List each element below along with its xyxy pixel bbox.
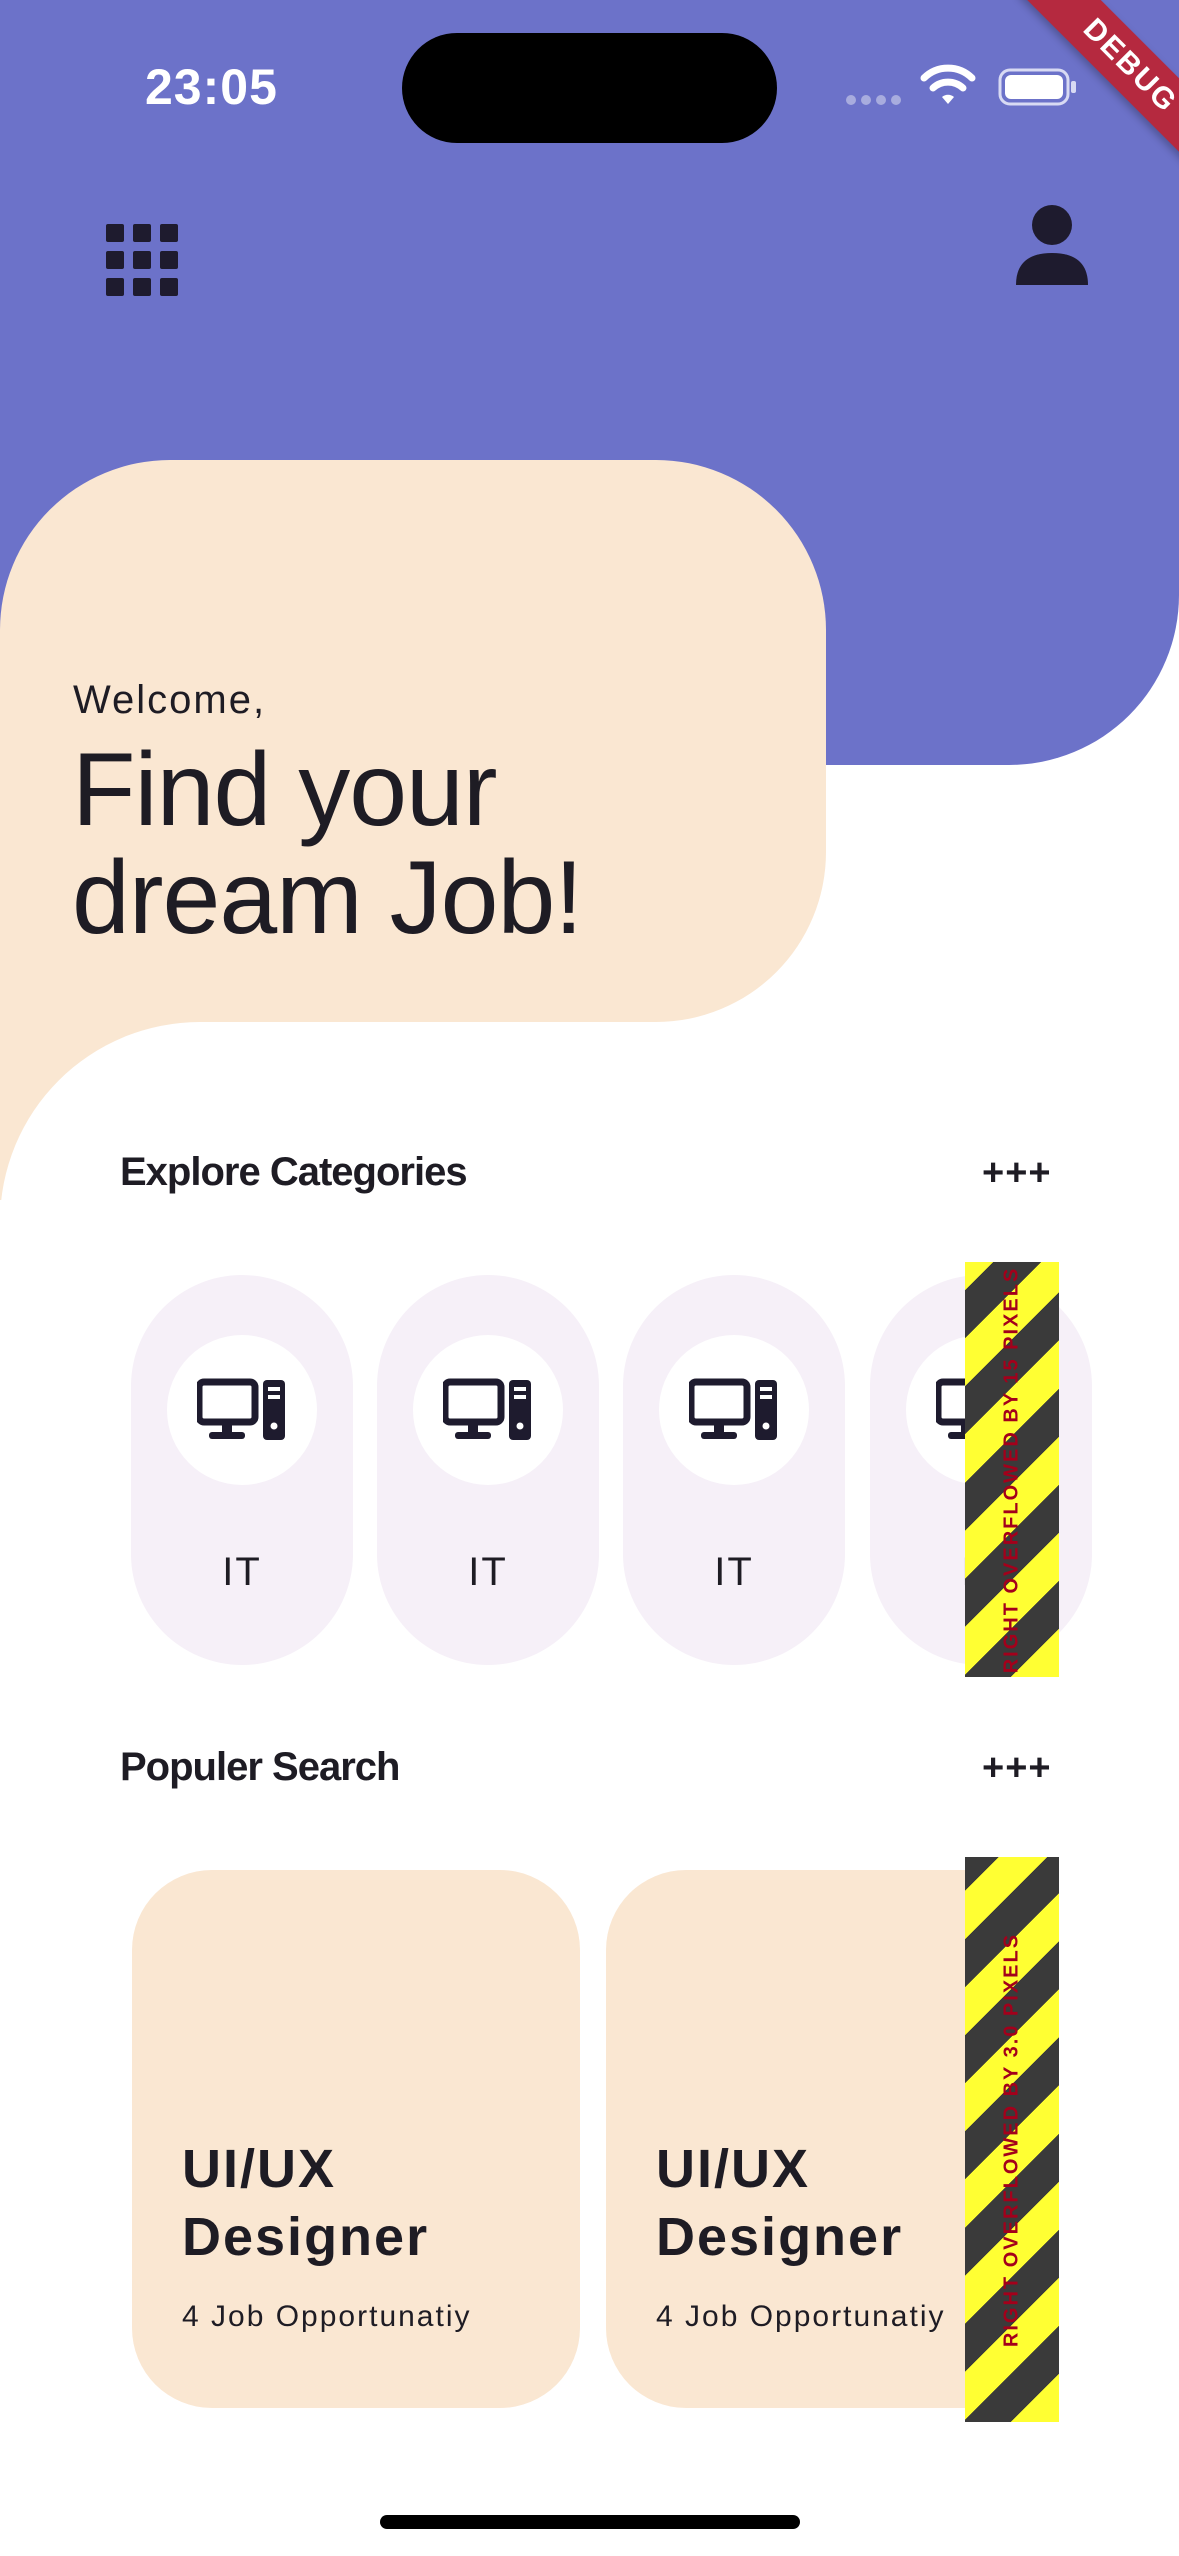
category-item[interactable]: IT — [377, 1275, 599, 1665]
desktop-computer-icon — [443, 1378, 531, 1440]
category-label: IT — [222, 1550, 262, 1594]
battery-icon — [998, 68, 1076, 106]
overflow-warning-popular: RIGHT OVERFLOWED BY 3.0 PIXELS — [965, 1857, 1059, 2422]
popular-title: Populer Search — [120, 1745, 400, 1789]
categories-title: Explore Categories — [120, 1150, 468, 1194]
category-label: IT — [468, 1550, 508, 1594]
category-icon-container — [659, 1335, 809, 1485]
wifi-icon — [920, 64, 976, 104]
job-title: UI/UX Designer — [182, 2135, 429, 2271]
headline-line-2: dream Job! — [72, 840, 583, 956]
category-item[interactable]: IT — [131, 1275, 353, 1665]
job-opportunity-count: 4 Job Opportunatiy — [656, 2300, 946, 2333]
job-title-line-2: Designer — [656, 2207, 904, 2267]
person-icon[interactable] — [1014, 205, 1090, 285]
desktop-computer-icon — [197, 1378, 285, 1440]
category-icon-container — [413, 1335, 563, 1485]
cellular-signal-icon — [846, 95, 904, 109]
job-title-line-1: UI/UX — [182, 2139, 337, 2199]
status-time: 23:05 — [145, 59, 278, 115]
dynamic-island — [402, 33, 777, 143]
category-icon-container — [167, 1335, 317, 1485]
job-title: UI/UX Designer — [656, 2135, 903, 2271]
overflow-warning-text: RIGHT OVERFLOWED BY 15 PIXELS — [1000, 1266, 1023, 1673]
home-indicator[interactable] — [380, 2515, 800, 2529]
category-item[interactable]: IT — [623, 1275, 845, 1665]
page-title: Find your dream Job! — [72, 736, 792, 952]
popular-more-button[interactable]: +++ — [982, 1747, 1052, 1790]
overflow-warning-text: RIGHT OVERFLOWED BY 3.0 PIXELS — [1000, 1932, 1023, 2347]
desktop-computer-icon — [689, 1378, 777, 1440]
job-title-line-1: UI/UX — [656, 2139, 811, 2199]
category-label: IT — [714, 1550, 754, 1594]
overflow-warning-categories: RIGHT OVERFLOWED BY 15 PIXELS — [965, 1262, 1059, 1677]
job-card[interactable]: UI/UX Designer 4 Job Opportunatiy — [132, 1870, 580, 2408]
job-title-line-2: Designer — [182, 2207, 430, 2267]
grid-menu-icon[interactable] — [106, 224, 178, 296]
job-opportunity-count: 4 Job Opportunatiy — [182, 2300, 472, 2333]
headline-line-1: Find your — [72, 732, 498, 848]
categories-more-button[interactable]: +++ — [982, 1152, 1052, 1195]
welcome-text: Welcome, — [73, 678, 267, 722]
